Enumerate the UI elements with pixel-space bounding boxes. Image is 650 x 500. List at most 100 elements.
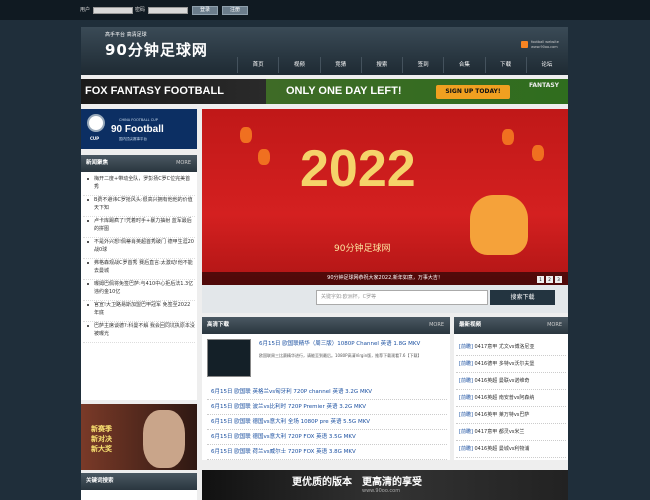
banner-page-3[interactable]: 3 bbox=[555, 276, 562, 283]
strip-url: www.90oo.com bbox=[362, 488, 401, 494]
site-header: 高手平台 高清足球 90分钟足球网 football website www.9… bbox=[81, 27, 568, 75]
download-list: 6月15日 欧国联 英格兰vs匈牙利 720P channel 英语 3.2G … bbox=[207, 385, 447, 460]
nav-download[interactable]: 下载 bbox=[484, 57, 526, 73]
username-label: 用户 bbox=[80, 7, 91, 13]
hd-more-link[interactable]: MORE bbox=[429, 317, 444, 334]
news-item[interactable]: 弗格森观战C罗首秀 赛后直言:太激动!他不能去曼城 bbox=[83, 259, 195, 280]
football-cup-banner[interactable]: CHINA FOOTBALL CUP 90 Football 国内顶尖赛事平台 … bbox=[81, 109, 197, 149]
news-item[interactable]: 官宣!大卫路易斯加盟巴甲冠军 免签至2022年底 bbox=[83, 301, 195, 322]
banner-caption: 90分钟足球网恭祝大家2022,新年如意，万事大吉！ bbox=[202, 272, 568, 285]
feature-description: 欧国联周三比赛精华进行，请能至到最后。1080P高清Virgin版，推荐下载观看… bbox=[259, 353, 422, 358]
hd-feature: 6月15日 欧国联精华（周三版）1080P Channel 英语 1.8G MK… bbox=[207, 337, 447, 385]
page-wrapper: 高手平台 高清足球 90分钟足球网 football website www.9… bbox=[81, 27, 568, 500]
video-row[interactable]: [前瞻] 0416英甲 莱万特vs巴萨 bbox=[456, 407, 566, 424]
rss-icon[interactable] bbox=[521, 41, 528, 48]
login-button[interactable]: 登录 bbox=[192, 6, 218, 15]
nav-betting[interactable]: 竞猜 bbox=[319, 57, 361, 73]
video-text: 0416英超 南安普vs阿森纳 bbox=[474, 395, 535, 401]
banner-page-1[interactable]: 1 bbox=[537, 276, 544, 283]
latest-videos-box: 最新视频 MORE [前瞻] 0417意甲 尤文vs博洛尼亚 [前瞻] 0416… bbox=[454, 317, 568, 460]
site-logo[interactable]: 90分钟足球网 bbox=[105, 39, 208, 60]
fox-signup-button[interactable]: SIGN UP TODAY! bbox=[436, 85, 510, 99]
download-row[interactable]: 6月15日 欧国联 德国vs意大利 720P FOX 英语 3.5G MKV bbox=[207, 430, 447, 445]
nav-search[interactable]: 搜索 bbox=[360, 57, 402, 73]
top-login-bar: 用户 密码 登录 注册 bbox=[0, 0, 650, 20]
banner-page-2[interactable]: 2 bbox=[546, 276, 553, 283]
videos-header: 最新视频 MORE bbox=[454, 317, 568, 334]
video-text: 0416英甲 莱万特vs巴萨 bbox=[474, 412, 530, 418]
cup-subtitle: 国内顶尖赛事平台 bbox=[119, 137, 147, 141]
quality-ad-strip[interactable]: 更优质的版本 更高清的享受 www.90oo.com bbox=[202, 470, 568, 500]
password-input[interactable] bbox=[148, 7, 188, 14]
news-item[interactable]: 曝姆巴佩将免签巴萨:与410中心拒后法1.3亿 违约金10亿 bbox=[83, 280, 195, 301]
feature-thumbnail[interactable] bbox=[207, 339, 251, 377]
video-text: 0416英超 曼城vs利物浦 bbox=[474, 446, 530, 452]
news-item[interactable]: 不是外兴想!佩蒂肖英超首秀破门 德甲生涯20战0球 bbox=[83, 238, 195, 259]
video-row[interactable]: [前瞻] 0417意甲 尤文vs博洛尼亚 bbox=[456, 339, 566, 356]
video-row[interactable]: [前瞻] 0416英超 曼城vs利物浦 bbox=[456, 441, 566, 458]
cup-label: CUP bbox=[90, 136, 100, 141]
video-row[interactable]: [前瞻] 0417意甲 都灵vs米兰 bbox=[456, 424, 566, 441]
fox-corner-logo: FANTASY bbox=[529, 82, 560, 89]
video-row[interactable]: [前瞻] 0416英超 曼联vs诺维奇 bbox=[456, 373, 566, 390]
news-title: 新闻聚焦 bbox=[86, 160, 109, 166]
videos-more-link[interactable]: MORE bbox=[547, 317, 562, 334]
news-item[interactable]: 梅开二度+带动全队，罗彭扬C罗C位完美首秀 bbox=[83, 175, 195, 196]
football-icon bbox=[87, 114, 105, 132]
nav-collection[interactable]: 合集 bbox=[443, 57, 484, 73]
lantern-icon bbox=[258, 149, 270, 165]
nav-checkin[interactable]: 签到 bbox=[402, 57, 443, 73]
hd-download-box: 高清下载 MORE 6月15日 欧国联精华（周三版）1080P Channel … bbox=[202, 317, 450, 460]
search-download-button[interactable]: 搜索下载 bbox=[490, 290, 555, 305]
video-text: 0417意甲 都灵vs米兰 bbox=[474, 429, 525, 435]
video-row[interactable]: [前瞻] 0416英超 南安普vs阿森纳 bbox=[456, 390, 566, 407]
ad-line-1: 新赛季 bbox=[91, 425, 112, 433]
banner-year: 2022 bbox=[300, 140, 416, 198]
strip-slogan: 更优质的版本 更高清的享受 bbox=[292, 477, 422, 488]
fox-brand: FOX FANTASY FOOTBALL bbox=[85, 85, 224, 97]
video-tag: [前瞻] bbox=[459, 395, 473, 401]
cup-top-text: CHINA FOOTBALL CUP bbox=[119, 118, 158, 122]
download-row[interactable]: 6月15日 欧国联 波兰vs比利时 720P Premier 英语 3.2G M… bbox=[207, 400, 447, 415]
news-more-link[interactable]: MORE bbox=[176, 155, 191, 172]
video-tag: [前瞻] bbox=[459, 378, 473, 384]
rss-text: football website www.90oo.com bbox=[531, 40, 559, 49]
news-box: 新闻聚焦 MORE 梅开二度+带动全队，罗彭扬C罗C位完美首秀 B费不避讳C罗抢… bbox=[81, 155, 197, 400]
video-tag: [前瞻] bbox=[459, 429, 473, 435]
video-tag: [前瞻] bbox=[459, 446, 473, 452]
ad-line-3: 新大奖 bbox=[91, 445, 112, 453]
main-nav: 首页 视频 竞猜 搜索 签到 合集 下载 论坛 bbox=[237, 57, 567, 73]
video-tag: [前瞻] bbox=[459, 412, 473, 418]
news-item[interactable]: 巴萨主席谈德?:科曼不解 我会回同坑执原本没被曝光 bbox=[83, 322, 195, 343]
news-item[interactable]: 卢卡库踢疯了!凭着时手+暴力抽射 蓝军最后的拼图 bbox=[83, 217, 195, 238]
ad-line-2: 新对决 bbox=[91, 435, 112, 443]
fox-fantasy-ad[interactable]: FOX FANTASY FOOTBALL ONLY ONE DAY LEFT! … bbox=[81, 79, 568, 104]
username-input[interactable] bbox=[93, 7, 133, 14]
fox-headline: ONLY ONE DAY LEFT! bbox=[286, 85, 402, 97]
search-input[interactable]: 关键字如:欧洲杯，C罗等 bbox=[316, 290, 488, 305]
news-header: 新闻聚焦 MORE bbox=[81, 155, 197, 172]
download-row[interactable]: 6月15日 欧国联 德国vs意大利 全场 1080P pre 英语 5.5G M… bbox=[207, 415, 447, 430]
news-list: 梅开二度+带动全队，罗彭扬C罗C位完美首秀 B费不避讳C罗抢风头:很高兴拥有他他… bbox=[81, 175, 197, 343]
register-button[interactable]: 注册 bbox=[222, 6, 248, 15]
video-row[interactable]: [前瞻] 0416德甲 多特vs沃尔夫堡 bbox=[456, 356, 566, 373]
download-row[interactable]: 6月15日 欧国联 英格兰vs匈牙利 720P channel 英语 3.2G … bbox=[207, 385, 447, 400]
video-list: [前瞻] 0417意甲 尤文vs博洛尼亚 [前瞻] 0416德甲 多特vs沃尔夫… bbox=[456, 339, 566, 458]
lantern-icon bbox=[502, 129, 514, 145]
search-bar: 关键字如:欧洲杯，C罗等 搜索下载 bbox=[202, 285, 568, 313]
password-label: 密码 bbox=[135, 7, 146, 13]
beckham-ad[interactable]: 新赛季 新对决 新大奖 bbox=[81, 404, 197, 470]
ad-slogan: 新赛季 新对决 新大奖 bbox=[91, 424, 112, 454]
new-year-banner[interactable]: 2022 90分钟足球网 90分钟足球网恭祝大家2022,新年如意，万事大吉！ … bbox=[202, 109, 568, 285]
nav-video[interactable]: 视频 bbox=[278, 57, 319, 73]
cup-title: 90 Football bbox=[111, 124, 164, 135]
download-row[interactable]: 6月15日 欧国联 荷兰vs威尔士 720P FOX 英语 3.8G MKV bbox=[207, 445, 447, 460]
news-item[interactable]: B费不避讳C罗抢风头:很高兴拥有他他的价值天下知 bbox=[83, 196, 195, 217]
nav-forum[interactable]: 论坛 bbox=[525, 57, 567, 73]
player-portrait bbox=[143, 410, 185, 468]
nav-home[interactable]: 首页 bbox=[237, 57, 278, 73]
video-text: 0416英超 曼联vs诺维奇 bbox=[474, 378, 530, 384]
keywords-title: 关键词搜索 bbox=[86, 478, 114, 484]
video-tag: [前瞻] bbox=[459, 361, 473, 367]
feature-title[interactable]: 6月15日 欧国联精华（周三版）1080P Channel 英语 1.8G MK… bbox=[259, 339, 420, 347]
